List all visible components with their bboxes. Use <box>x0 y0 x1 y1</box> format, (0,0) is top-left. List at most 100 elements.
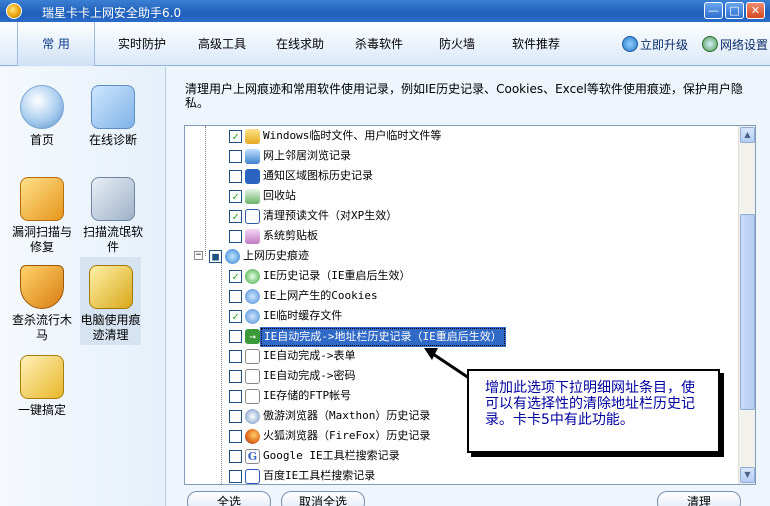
sidebar-label: 扫描流氓软件 <box>82 225 143 254</box>
password-icon <box>245 369 260 384</box>
ie-icon <box>225 249 240 264</box>
scroll-thumb[interactable] <box>740 214 755 410</box>
list-item-label: 傲游浏览器（Maxthon）历史记录 <box>263 409 431 422</box>
checkbox[interactable] <box>229 290 242 303</box>
checkbox[interactable] <box>229 370 242 383</box>
trojan-kill-icon <box>20 265 64 309</box>
list-item-label: Windows临时文件、用户临时文件等 <box>263 129 442 142</box>
list-item-label: 系统剪贴板 <box>263 229 318 242</box>
annotation-callout: 增加此选项下拉明细网址条目，使可以有选择性的清除地址栏历史记录。卡卡5中有此功能… <box>467 369 720 453</box>
list-item[interactable]: ✓ 清理预读文件（对XP生效） <box>185 206 737 226</box>
sidebar-item-one-click[interactable]: 一键搞定 <box>7 355 77 418</box>
sidebar-item-trojan-kill[interactable]: 查杀流行木马 <box>7 265 77 343</box>
checkbox-checked[interactable]: ✓ <box>229 270 242 283</box>
baidu-icon <box>245 469 260 484</box>
diagnose-icon <box>91 85 135 129</box>
tray-icon <box>245 169 260 184</box>
list-item[interactable]: 百度IE工具栏搜索记录 <box>185 466 737 484</box>
checkbox[interactable] <box>229 230 242 243</box>
checkbox[interactable] <box>229 170 242 183</box>
sidebar-label: 在线诊断 <box>88 133 137 147</box>
checkbox-checked[interactable]: ✓ <box>229 130 242 143</box>
list-item-label: IE自动完成->密码 <box>263 369 356 382</box>
recycle-bin-icon <box>245 189 260 204</box>
sidebar-item-malware-scan[interactable]: 扫描流氓软件 <box>78 177 148 255</box>
list-item-label: IE历史记录（IE重启后生效） <box>263 269 411 282</box>
sidebar-label: 首页 <box>29 133 54 147</box>
google-icon: G <box>245 449 260 464</box>
form-icon <box>245 349 260 364</box>
ftp-icon <box>245 389 260 404</box>
arrow-right-icon: → <box>245 329 260 344</box>
ie-history-icon <box>245 269 260 284</box>
globe-upgrade-icon <box>622 36 638 52</box>
checkbox-checked[interactable]: ✓ <box>229 310 242 323</box>
minimize-button[interactable]: — <box>704 2 723 19</box>
list-item[interactable]: ✓ IE临时缓存文件 <box>185 306 737 326</box>
list-group-label: 上网历史痕迹 <box>243 249 309 262</box>
left-sidebar: 首页 在线诊断 漏洞扫描与修复 扫描流氓软件 查杀流行木马 电脑使用痕迹清理 一… <box>0 67 166 506</box>
tab-antivirus[interactable]: 杀毒软件 <box>345 32 413 56</box>
description-text: 清理用户上网痕迹和常用软件使用记录，例如IE历史记录、Cookies、Excel… <box>185 82 743 110</box>
folder-icon <box>245 129 260 144</box>
scroll-down-icon[interactable]: ▼ <box>740 467 755 483</box>
maximize-button[interactable]: □ <box>725 2 744 19</box>
list-item[interactable]: 系统剪贴板 <box>185 226 737 246</box>
checkbox-checked[interactable]: ✓ <box>229 210 242 223</box>
tab-advanced-tools[interactable]: 高级工具 <box>188 32 256 56</box>
tab-firewall[interactable]: 防火墙 <box>428 32 486 56</box>
checkbox-partial[interactable]: ■ <box>209 250 222 263</box>
sidebar-item-online-diagnose[interactable]: 在线诊断 <box>78 85 148 148</box>
list-item-label: IE上网产生的Cookies <box>263 289 378 302</box>
cache-icon <box>245 309 260 324</box>
list-item[interactable]: ✓ IE历史记录（IE重启后生效） <box>185 266 737 286</box>
upgrade-label: 立即升级 <box>640 38 689 52</box>
checkbox[interactable] <box>229 410 242 423</box>
tab-online-help[interactable]: 在线求助 <box>266 32 334 56</box>
close-button[interactable]: ✕ <box>746 2 765 19</box>
checkbox[interactable] <box>229 350 242 363</box>
list-item-label: 回收站 <box>263 189 296 202</box>
upgrade-link[interactable]: 立即升级 <box>622 36 688 54</box>
list-item-label: IE临时缓存文件 <box>263 309 343 322</box>
sidebar-item-trace-clean[interactable]: 电脑使用痕迹清理 <box>80 257 141 345</box>
list-group-header[interactable]: − ■ 上网历史痕迹 <box>185 246 737 266</box>
sidebar-item-vulnerability-scan[interactable]: 漏洞扫描与修复 <box>7 177 77 255</box>
tab-software-recommend[interactable]: 软件推荐 <box>502 32 570 56</box>
checkbox-checked[interactable]: ✓ <box>229 190 242 203</box>
sidebar-label: 一键搞定 <box>17 403 66 417</box>
network-settings-link[interactable]: 网络设置 <box>702 36 768 54</box>
select-all-button[interactable]: 全选 <box>187 491 271 506</box>
window-icon <box>245 209 260 224</box>
tab-common[interactable]: 常 用 <box>17 22 95 66</box>
network-neighborhood-icon <box>245 149 260 164</box>
network-settings-icon <box>702 36 718 52</box>
checkbox[interactable] <box>229 430 242 443</box>
sidebar-label: 漏洞扫描与修复 <box>11 225 72 254</box>
list-item[interactable]: IE上网产生的Cookies <box>185 286 737 306</box>
list-item-label: Google IE工具栏搜索记录 <box>263 449 400 462</box>
list-scrollbar[interactable]: ▲ ▼ <box>738 126 755 484</box>
checkbox[interactable] <box>229 390 242 403</box>
tab-realtime-protection[interactable]: 实时防护 <box>108 32 176 56</box>
list-item[interactable]: ✓ Windows临时文件、用户临时文件等 <box>185 126 737 146</box>
malware-scan-icon <box>91 177 135 221</box>
list-item-label: IE存储的FTP帐号 <box>263 389 352 402</box>
checkbox[interactable] <box>229 470 242 483</box>
deselect-all-button[interactable]: 取消全选 <box>281 491 365 506</box>
list-item[interactable]: ✓ 回收站 <box>185 186 737 206</box>
list-item[interactable]: 通知区域图标历史记录 <box>185 166 737 186</box>
checkbox[interactable] <box>229 150 242 163</box>
checkbox[interactable] <box>229 450 242 463</box>
sidebar-item-home[interactable]: 首页 <box>7 85 77 148</box>
title-bar: 瑞星卡卡上网安全助手6.0 — □ ✕ <box>0 0 770 22</box>
list-item[interactable]: 网上邻居浏览记录 <box>185 146 737 166</box>
broom-icon <box>88 265 133 309</box>
scroll-up-icon[interactable]: ▲ <box>740 127 755 143</box>
clipboard-icon <box>245 229 260 244</box>
app-logo-icon <box>6 3 22 19</box>
collapse-toggle[interactable]: − <box>194 251 203 260</box>
home-icon <box>20 85 64 129</box>
clean-button[interactable]: 清理 <box>657 491 741 506</box>
checkbox[interactable] <box>229 330 242 343</box>
